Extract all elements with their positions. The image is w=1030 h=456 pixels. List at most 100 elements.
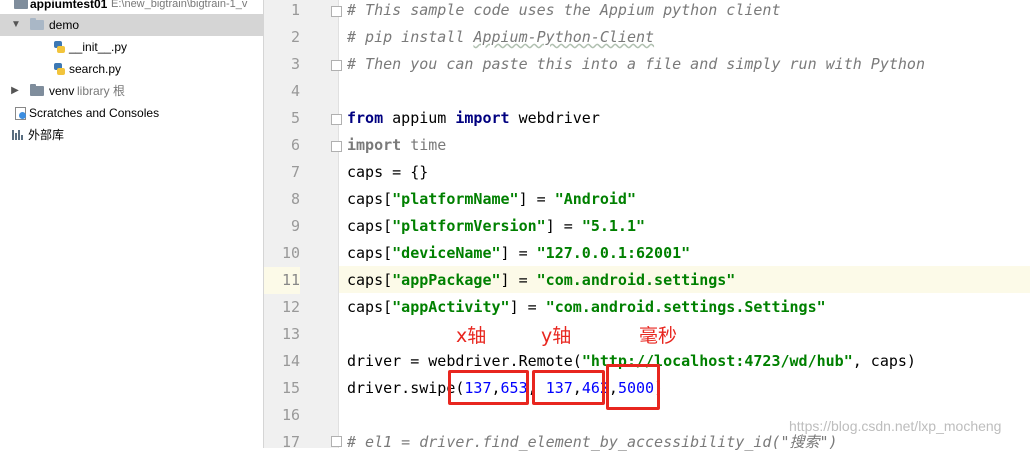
code-string: "deviceName"	[392, 244, 501, 262]
tree-item-label: search.py	[69, 62, 122, 76]
code-text: caps[	[347, 217, 393, 235]
tree-item-scratches[interactable]: Scratches and Consoles	[0, 102, 263, 124]
tree-item-label: demo	[49, 18, 80, 32]
chevron-right-icon[interactable]: ▶	[10, 80, 20, 102]
code-text: caps[	[347, 244, 393, 262]
tree-item-label: 外部库	[28, 128, 65, 142]
code-string: "127.0.0.1:62001"	[536, 244, 691, 262]
line-number: 14	[281, 352, 300, 370]
code-text: ] =	[500, 244, 537, 262]
highlight-box-y	[532, 370, 605, 405]
code-string: "com.android.settings.Settings"	[545, 298, 826, 316]
project-root-name: appiumtest01	[30, 0, 108, 11]
project-root-path: E:\new_bigtrain\bigtrain-1_v	[111, 0, 248, 10]
code-comment: Appium-Python-Client	[473, 28, 655, 46]
code-line-10[interactable]: caps["deviceName"] = "127.0.0.1:62001"	[347, 240, 690, 267]
fold-marker-icon[interactable]	[331, 436, 342, 447]
code-line-17[interactable]: # el1 = driver.find_element_by_accessibi…	[347, 429, 838, 456]
code-text: webdriver	[509, 109, 600, 127]
tree-item-init-py[interactable]: __init__.py	[0, 36, 263, 58]
code-text: time	[401, 136, 447, 154]
line-number: 5	[290, 109, 300, 127]
code-line-1[interactable]: # This sample code uses the Appium pytho…	[347, 0, 780, 24]
tree-item-search-py[interactable]: search.py	[0, 58, 263, 80]
line-number: 2	[290, 28, 300, 46]
fold-marker-icon[interactable]	[331, 6, 342, 17]
line-number: 7	[290, 163, 300, 181]
line-number: 12	[281, 298, 300, 316]
code-comment: # el1 = driver.find_element_by_accessibi…	[347, 433, 781, 451]
line-number: 17	[281, 433, 300, 451]
annotation-milliseconds: 毫秒	[639, 325, 678, 347]
fold-marker-icon[interactable]	[331, 114, 342, 125]
code-comment: # pip install	[347, 28, 474, 46]
tree-item-label: Scratches and Consoles	[29, 106, 160, 120]
code-string: "appPackage"	[392, 271, 501, 289]
python-file-icon	[54, 41, 65, 53]
line-number-gutter: 1 2 3 4 5 6 7 8 9 10 11 12 13 14 15 16 1…	[264, 0, 339, 451]
code-string: "appActivity"	[392, 298, 510, 316]
tree-item-venv[interactable]: ▶ venv library 根	[0, 80, 263, 102]
line-number: 6	[290, 136, 300, 154]
code-line-6[interactable]: import time	[347, 132, 446, 159]
tree-item-external-libraries[interactable]: 外部库	[0, 124, 263, 146]
code-line-8[interactable]: caps["platformName"] = "Android"	[347, 186, 636, 213]
line-number-current: 11	[264, 267, 300, 294]
tree-item-project-root[interactable]: appiumtest01 E:\new_bigtrain\bigtrain-1_…	[0, 0, 263, 15]
code-string: "Android"	[554, 190, 636, 208]
line-number: 9	[290, 217, 300, 235]
code-text: driver = webdriver.Remote(	[347, 352, 582, 370]
code-comment: # Then you can paste this into a file an…	[347, 55, 925, 73]
code-comment: "搜索"	[780, 433, 829, 451]
code-text: driver.swipe(	[347, 379, 465, 397]
folder-icon	[14, 0, 28, 9]
code-keyword: import	[347, 136, 402, 154]
code-text: ] =	[545, 217, 582, 235]
watermark: https://blog.csdn.net/lxp_mocheng	[789, 418, 1002, 434]
folder-icon	[30, 18, 44, 30]
code-line-7[interactable]: caps = {}	[347, 159, 428, 186]
chevron-down-icon[interactable]: ▼	[11, 14, 21, 36]
code-line-9[interactable]: caps["platformVersion"] = "5.1.1"	[347, 213, 645, 240]
folder-icon	[30, 84, 44, 96]
code-line-2[interactable]: # pip install Appium-Python-Client	[347, 24, 654, 51]
line-number: 15	[281, 379, 300, 397]
code-text: caps[	[347, 271, 393, 289]
code-comment: )	[828, 433, 838, 451]
code-text: ] =	[509, 298, 546, 316]
code-comment: # This sample code uses the Appium pytho…	[347, 1, 781, 19]
library-bars-icon	[12, 130, 25, 140]
code-keyword: import	[455, 109, 510, 127]
code-line-5[interactable]: from appium import webdriver	[347, 105, 600, 132]
code-text: ] =	[518, 190, 555, 208]
code-keyword: from	[347, 109, 384, 127]
highlight-box-x	[448, 370, 529, 405]
code-line-3[interactable]: # Then you can paste this into a file an…	[347, 51, 925, 78]
code-string: "com.android.settings"	[536, 271, 736, 289]
tree-item-label: venv	[49, 84, 75, 98]
highlight-box-duration	[606, 364, 660, 410]
line-number: 3	[290, 55, 300, 73]
scratches-icon	[14, 107, 26, 120]
line-number: 4	[290, 82, 300, 100]
fold-marker-icon[interactable]	[331, 60, 342, 71]
code-string: "platformName"	[392, 190, 519, 208]
code-line-12[interactable]: caps["appActivity"] = "com.android.setti…	[347, 294, 826, 321]
code-text: caps[	[347, 190, 393, 208]
project-tree-panel: appiumtest01 E:\new_bigtrain\bigtrain-1_…	[0, 0, 264, 448]
code-text: caps = {}	[347, 163, 429, 181]
fold-marker-icon[interactable]	[331, 141, 342, 152]
code-text: ] =	[500, 271, 537, 289]
code-string: "platformVersion"	[392, 217, 546, 235]
tree-item-label: __init__.py	[69, 40, 128, 54]
tree-item-demo[interactable]: ▼ demo	[0, 14, 263, 36]
code-text: , caps)	[852, 352, 916, 370]
python-file-icon	[54, 63, 65, 75]
library-root-tag: library 根	[77, 84, 126, 98]
line-number: 1	[290, 1, 300, 19]
code-string: "5.1.1"	[581, 217, 646, 235]
annotation-y-axis: y轴	[541, 325, 572, 347]
code-line-11[interactable]: caps["appPackage"] = "com.android.settin…	[347, 267, 735, 294]
line-number: 8	[290, 190, 300, 208]
code-text: appium	[383, 109, 456, 127]
